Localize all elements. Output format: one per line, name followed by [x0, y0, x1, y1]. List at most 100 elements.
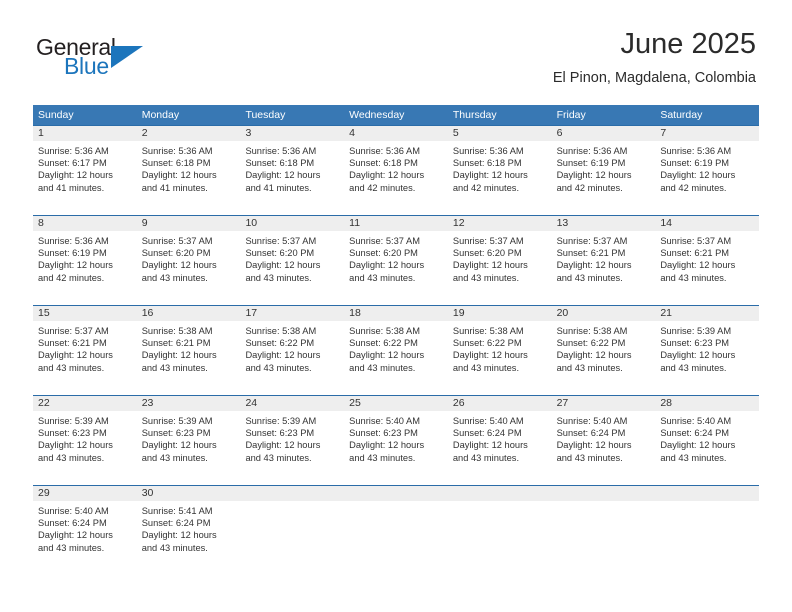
day-number: 21	[660, 307, 672, 319]
day-number: 8	[38, 217, 44, 229]
sunset-text: Sunset: 6:18 PM	[245, 158, 315, 169]
day-cell[interactable]: 27 Sunrise: 5:40 AM Sunset: 6:24 PM Dayl…	[552, 396, 656, 485]
day-cell[interactable]: 28 Sunrise: 5:40 AM Sunset: 6:24 PM Dayl…	[655, 396, 759, 485]
sunrise-text: Sunrise: 5:39 AM	[245, 416, 317, 426]
daylight-text-line2: and 42 minutes.	[660, 182, 727, 193]
day-details: Sunrise: 5:41 AM Sunset: 6:24 PM Dayligh…	[142, 505, 241, 554]
daylight-text-line1: Daylight: 12 hours	[245, 260, 321, 271]
day-cell[interactable]: 7 Sunrise: 5:36 AM Sunset: 6:19 PM Dayli…	[655, 126, 759, 215]
sunset-text: Sunset: 6:22 PM	[349, 338, 418, 349]
daylight-text-line1: Daylight: 12 hours	[452, 170, 528, 181]
sunset-text: Sunset: 6:24 PM	[38, 518, 107, 529]
day-cell[interactable]: 12 Sunrise: 5:37 AM Sunset: 6:20 PM Dayl…	[448, 216, 552, 305]
day-number: 19	[452, 307, 465, 319]
day-cell[interactable]: 16 Sunrise: 5:38 AM Sunset: 6:21 PM Dayl…	[137, 306, 241, 395]
daylight-text-line2: and 43 minutes.	[452, 272, 520, 283]
sunrise-text: Sunrise: 5:37 AM	[141, 236, 213, 246]
day-details: Sunrise: 5:39 AM Sunset: 6:23 PM Dayligh…	[660, 325, 759, 374]
page-header: General Blue June 2025 El Pinon, Magdale…	[0, 0, 792, 100]
daylight-text-line1: Daylight: 12 hours	[452, 260, 528, 271]
day-cell[interactable]: 22 Sunrise: 5:39 AM Sunset: 6:23 PM Dayl…	[33, 396, 137, 485]
day-cell[interactable]: 30 Sunrise: 5:41 AM Sunset: 6:24 PM Dayl…	[137, 486, 241, 575]
day-details: Sunrise: 5:36 AM Sunset: 6:18 PM Dayligh…	[245, 145, 344, 194]
daylight-text-line1: Daylight: 12 hours	[349, 260, 425, 271]
day-number: 7	[660, 127, 667, 139]
sunset-text: Sunset: 6:23 PM	[660, 338, 730, 349]
sunset-text: Sunset: 6:23 PM	[245, 428, 315, 439]
sunset-text: Sunset: 6:19 PM	[556, 158, 626, 169]
daylight-text-line2: and 43 minutes.	[452, 452, 520, 463]
day-cell[interactable]: 4 Sunrise: 5:36 AM Sunset: 6:18 PM Dayli…	[344, 126, 448, 215]
sunset-text: Sunset: 6:18 PM	[141, 158, 211, 169]
day-cell[interactable]: 20 Sunrise: 5:38 AM Sunset: 6:22 PM Dayl…	[552, 306, 656, 395]
daylight-text-line2: and 43 minutes.	[660, 362, 727, 373]
generalblue-logo[interactable]: General Blue	[36, 34, 186, 82]
day-number: 10	[245, 217, 258, 229]
weekday-header-row: Sunday Monday Tuesday Wednesday Thursday…	[33, 105, 759, 125]
day-details: Sunrise: 5:36 AM Sunset: 6:19 PM Dayligh…	[660, 145, 759, 194]
day-cell[interactable]: 29 Sunrise: 5:40 AM Sunset: 6:24 PM Dayl…	[33, 486, 137, 575]
day-cell[interactable]: 11 Sunrise: 5:37 AM Sunset: 6:20 PM Dayl…	[344, 216, 448, 305]
day-cell[interactable]: 3 Sunrise: 5:36 AM Sunset: 6:18 PM Dayli…	[240, 126, 344, 215]
day-details: Sunrise: 5:36 AM Sunset: 6:19 PM Dayligh…	[38, 235, 137, 284]
day-cell[interactable]: 6 Sunrise: 5:36 AM Sunset: 6:19 PM Dayli…	[552, 126, 656, 215]
day-details: Sunrise: 5:36 AM Sunset: 6:18 PM Dayligh…	[453, 145, 552, 194]
day-cell[interactable]: 18 Sunrise: 5:38 AM Sunset: 6:22 PM Dayl…	[344, 306, 448, 395]
day-number: 24	[245, 397, 258, 409]
day-cell[interactable]: 23 Sunrise: 5:39 AM Sunset: 6:23 PM Dayl…	[137, 396, 241, 485]
location-subtitle: El Pinon, Magdalena, Colombia	[552, 70, 756, 87]
day-cell[interactable]: 2 Sunrise: 5:36 AM Sunset: 6:18 PM Dayli…	[137, 126, 241, 215]
weekday-header-tuesday: Tuesday	[245, 109, 286, 121]
day-cell[interactable]: 8 Sunrise: 5:36 AM Sunset: 6:19 PM Dayli…	[33, 216, 137, 305]
day-cell[interactable]: 24 Sunrise: 5:39 AM Sunset: 6:23 PM Dayl…	[240, 396, 344, 485]
day-cell[interactable]: 5 Sunrise: 5:36 AM Sunset: 6:18 PM Dayli…	[448, 126, 552, 215]
sunrise-text: Sunrise: 5:41 AM	[141, 506, 213, 516]
daylight-text-line2: and 43 minutes.	[452, 362, 520, 373]
daylight-text-line2: and 43 minutes.	[141, 452, 208, 463]
daylight-text-line2: and 43 minutes.	[556, 452, 623, 463]
daylight-text-line1: Daylight: 12 hours	[556, 350, 632, 361]
sunset-text: Sunset: 6:19 PM	[38, 248, 107, 259]
sunrise-text: Sunrise: 5:40 AM	[38, 506, 109, 516]
daylight-text-line2: and 43 minutes.	[349, 272, 416, 283]
day-details: Sunrise: 5:37 AM Sunset: 6:20 PM Dayligh…	[142, 235, 241, 284]
day-cell[interactable]: 9 Sunrise: 5:37 AM Sunset: 6:20 PM Dayli…	[137, 216, 241, 305]
sunrise-text: Sunrise: 5:36 AM	[141, 146, 213, 156]
day-details: Sunrise: 5:36 AM Sunset: 6:17 PM Dayligh…	[38, 145, 137, 194]
sunrise-text: Sunrise: 5:38 AM	[245, 326, 317, 336]
sunset-text: Sunset: 6:22 PM	[245, 338, 315, 349]
daylight-text-line2: and 43 minutes.	[141, 542, 208, 553]
day-number: 16	[141, 307, 154, 319]
daylight-text-line1: Daylight: 12 hours	[245, 350, 321, 361]
day-cell[interactable]: 15 Sunrise: 5:37 AM Sunset: 6:21 PM Dayl…	[33, 306, 137, 395]
day-number: 5	[452, 127, 459, 139]
day-cell[interactable]: 14 Sunrise: 5:37 AM Sunset: 6:21 PM Dayl…	[655, 216, 759, 305]
day-number: 2	[141, 127, 148, 139]
day-cell[interactable]: 1 Sunrise: 5:36 AM Sunset: 6:17 PM Dayli…	[33, 126, 137, 215]
day-cell[interactable]: 19 Sunrise: 5:38 AM Sunset: 6:22 PM Dayl…	[448, 306, 552, 395]
day-details: Sunrise: 5:40 AM Sunset: 6:23 PM Dayligh…	[349, 415, 448, 464]
sunrise-text: Sunrise: 5:40 AM	[349, 416, 420, 426]
day-cell[interactable]: 13 Sunrise: 5:37 AM Sunset: 6:21 PM Dayl…	[552, 216, 656, 305]
sunset-text: Sunset: 6:23 PM	[38, 428, 107, 439]
day-number: 25	[349, 397, 361, 409]
day-number: 29	[38, 487, 50, 499]
daylight-text-line1: Daylight: 12 hours	[349, 350, 425, 361]
day-cell[interactable]: 25 Sunrise: 5:40 AM Sunset: 6:23 PM Dayl…	[344, 396, 448, 485]
sunrise-text: Sunrise: 5:39 AM	[141, 416, 213, 426]
title-block: June 2025 El Pinon, Magdalena, Colombia	[553, 28, 756, 86]
sunset-text: Sunset: 6:22 PM	[452, 338, 522, 349]
daylight-text-line2: and 43 minutes.	[556, 272, 623, 283]
weekday-header-sunday: Sunday	[38, 109, 74, 121]
daylight-text-line1: Daylight: 12 hours	[38, 170, 113, 181]
day-details: Sunrise: 5:37 AM Sunset: 6:21 PM Dayligh…	[38, 325, 137, 374]
day-cell[interactable]: 21 Sunrise: 5:39 AM Sunset: 6:23 PM Dayl…	[655, 306, 759, 395]
sunrise-text: Sunrise: 5:36 AM	[349, 146, 420, 156]
daylight-text-line1: Daylight: 12 hours	[141, 260, 217, 271]
weekday-header-wednesday: Wednesday	[349, 109, 405, 121]
day-cell[interactable]: 17 Sunrise: 5:38 AM Sunset: 6:22 PM Dayl…	[240, 306, 344, 395]
daylight-text-line2: and 43 minutes.	[38, 452, 105, 463]
sunset-text: Sunset: 6:23 PM	[141, 428, 211, 439]
day-cell[interactable]: 10 Sunrise: 5:37 AM Sunset: 6:20 PM Dayl…	[240, 216, 344, 305]
day-cell[interactable]: 26 Sunrise: 5:40 AM Sunset: 6:24 PM Dayl…	[448, 396, 552, 485]
